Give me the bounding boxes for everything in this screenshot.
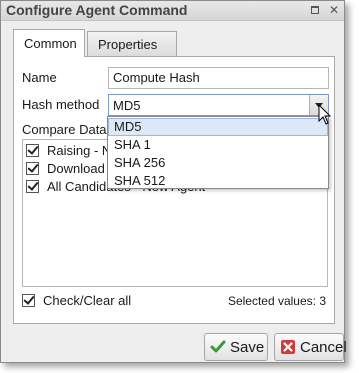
checkbox[interactable] xyxy=(22,294,35,307)
dropdown-option-sha512[interactable]: SHA 512 xyxy=(108,172,328,190)
save-button-label: Save xyxy=(230,339,265,356)
tab-properties[interactable]: Properties xyxy=(87,31,177,56)
title-bar[interactable]: Configure Agent Command ✕ xyxy=(1,1,344,21)
name-field[interactable]: Compute Hash xyxy=(108,67,329,89)
hash-method-select[interactable]: MD5 xyxy=(108,94,329,116)
cancel-button-label: Cancel xyxy=(300,339,347,356)
dropdown-option-md5[interactable]: MD5 xyxy=(108,118,328,136)
mouse-cursor-icon xyxy=(318,104,332,125)
compare-data-label: Compare Data xyxy=(22,122,107,137)
cancel-icon xyxy=(281,340,295,354)
list-item-label: Raising - N xyxy=(47,143,112,158)
dialog-window: Configure Agent Command ✕ Common Propert… xyxy=(0,0,347,363)
tab-common[interactable]: Common xyxy=(13,29,85,57)
cancel-button[interactable]: Cancel xyxy=(274,333,347,361)
save-button[interactable]: Save xyxy=(204,333,268,361)
window-title: Configure Agent Command xyxy=(6,2,188,18)
selected-count: Selected values: 3 xyxy=(227,294,326,308)
hash-method-label: Hash method xyxy=(22,97,100,112)
close-icon[interactable]: ✕ xyxy=(328,4,340,16)
name-label: Name xyxy=(22,70,57,85)
checkbox[interactable] xyxy=(26,180,39,193)
restore-icon[interactable] xyxy=(309,4,321,16)
dropdown-option-sha256[interactable]: SHA 256 xyxy=(108,154,328,172)
common-panel: Name Compute Hash Hash method MD5 Compar… xyxy=(13,56,335,324)
hash-method-dropdown: MD5 SHA 1 SHA 256 SHA 512 xyxy=(107,116,329,189)
check-clear-all[interactable]: Check/Clear all xyxy=(22,293,172,311)
hash-method-value: MD5 xyxy=(113,98,141,113)
checkmark-icon xyxy=(210,340,226,353)
list-item-label: Download xyxy=(47,161,105,176)
check-clear-all-label: Check/Clear all xyxy=(43,293,132,308)
checkbox[interactable] xyxy=(26,144,39,157)
checkbox[interactable] xyxy=(26,162,39,175)
dropdown-option-sha1[interactable]: SHA 1 xyxy=(108,136,328,154)
